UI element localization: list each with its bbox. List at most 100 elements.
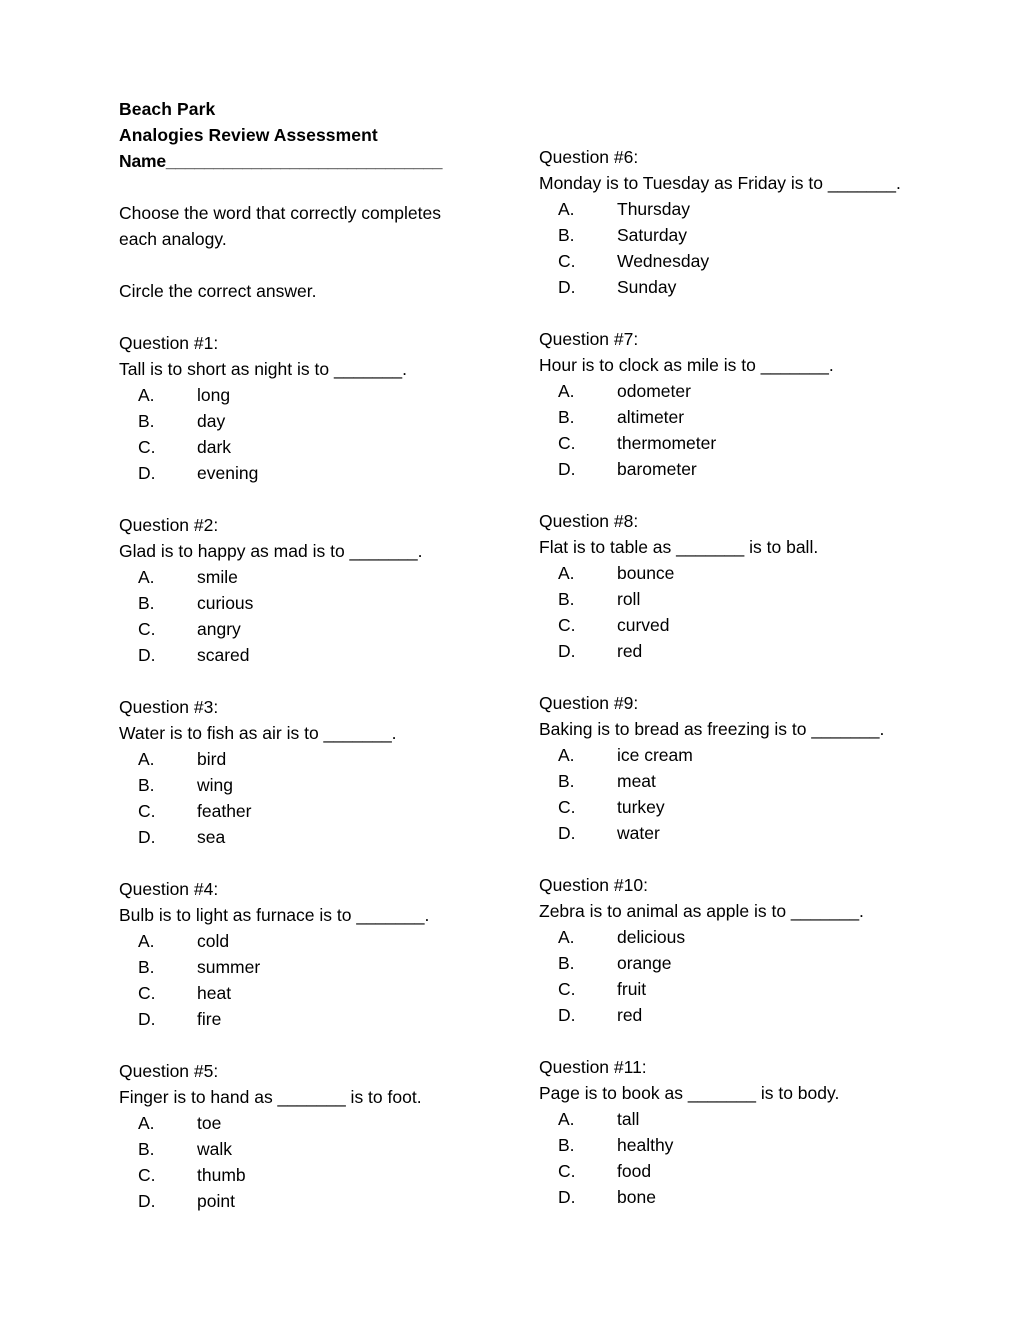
answer-option[interactable]: C. thumb (119, 1162, 539, 1188)
answer-option[interactable]: A. bird (119, 746, 539, 772)
question-block: Question #6: Monday is to Tuesday as Frid… (539, 144, 959, 300)
answer-option-text: curved (617, 615, 670, 635)
answer-option[interactable]: D. bone (539, 1184, 959, 1210)
answer-option[interactable]: B. walk (119, 1136, 539, 1162)
answer-option[interactable]: A. long (119, 382, 539, 408)
answer-option[interactable]: B. altimeter (539, 404, 959, 430)
answer-option[interactable]: A. cold (119, 928, 539, 954)
answer-option-letter: D. (558, 459, 576, 479)
answer-option[interactable]: D. water (539, 820, 959, 846)
answer-option-text: Thursday (617, 199, 690, 219)
answer-option-letter: B. (558, 225, 575, 245)
answer-option-text: summer (197, 957, 261, 977)
question-label: Question #2: (119, 515, 219, 535)
answer-option[interactable]: D. sea (119, 824, 539, 850)
answer-option[interactable]: C. dark (119, 434, 539, 460)
answer-option[interactable]: C. heat (119, 980, 539, 1006)
answer-option-list: A. odometer B. altimeter C. thermometer D. baro… (539, 378, 959, 482)
answer-option-letter: D. (558, 641, 576, 661)
answer-option[interactable]: D. evening (119, 460, 539, 486)
answer-option[interactable]: D. red (539, 1002, 959, 1028)
left-question-list: Question #1: Tall is to short as night is… (119, 330, 539, 1214)
answer-option-text: smile (197, 567, 238, 587)
answer-option-text: feather (197, 801, 252, 821)
answer-option[interactable]: D. red (539, 638, 959, 664)
question-prompt: Page is to book as _______ is to body. (539, 1083, 840, 1103)
answer-option[interactable]: C. feather (119, 798, 539, 824)
answer-option-text: orange (617, 953, 672, 973)
answer-option[interactable]: C. angry (119, 616, 539, 642)
answer-option-text: healthy (617, 1135, 674, 1155)
answer-option-letter: B. (558, 589, 575, 609)
answer-option[interactable]: A. toe (119, 1110, 539, 1136)
answer-option-text: Sunday (617, 277, 677, 297)
question-label: Question #5: (119, 1061, 219, 1081)
answer-option-text: curious (197, 593, 254, 613)
answer-option[interactable]: D. point (119, 1188, 539, 1214)
question-prompt: Hour is to clock as mile is to _______. (539, 355, 834, 375)
right-question-list: Question #6: Monday is to Tuesday as Frid… (539, 144, 959, 1210)
question-prompt: Flat is to table as _______ is to ball. (539, 537, 819, 557)
answer-option-letter: D. (138, 463, 156, 483)
answer-option-text: turkey (617, 797, 665, 817)
question-label: Question #11: (539, 1057, 647, 1077)
answer-option[interactable]: D. scared (119, 642, 539, 668)
answer-option[interactable]: B. roll (539, 586, 959, 612)
question-label: Question #10: (539, 875, 648, 895)
answer-option[interactable]: B. summer (119, 954, 539, 980)
answer-option[interactable]: C. food (539, 1158, 959, 1184)
question-label: Question #6: (539, 147, 639, 167)
answer-option[interactable]: B. day (119, 408, 539, 434)
answer-option-text: thermometer (617, 433, 717, 453)
question-block: Question #8: Flat is to table as _______ … (539, 508, 959, 664)
instruction-circle: Circle the correct answer. (119, 281, 317, 301)
answer-option[interactable]: B. meat (539, 768, 959, 794)
answer-option[interactable]: C. curved (539, 612, 959, 638)
question-prompt: Monday is to Tuesday as Friday is to ___… (539, 173, 901, 193)
answer-option[interactable]: B. orange (539, 950, 959, 976)
name-blank[interactable]: _____________________________ (166, 151, 443, 171)
answer-option-list: A. tall B. healthy C. food D. bone (539, 1106, 959, 1210)
answer-option[interactable]: D. Sunday (539, 274, 959, 300)
question-block: Question #9: Baking is to bread as freezi… (539, 690, 959, 846)
answer-option-text: roll (617, 589, 641, 609)
answer-option[interactable]: B. wing (119, 772, 539, 798)
answer-option[interactable]: A. tall (539, 1106, 959, 1132)
question-label: Question #9: (539, 693, 639, 713)
answer-option[interactable]: A. Thursday (539, 196, 959, 222)
answer-option-letter: A. (138, 931, 155, 951)
question-block: Question #2: Glad is to happy as mad is t… (119, 512, 539, 668)
answer-option[interactable]: C. Wednesday (539, 248, 959, 274)
answer-option[interactable]: A. bounce (539, 560, 959, 586)
answer-option[interactable]: B. Saturday (539, 222, 959, 248)
answer-option-letter: C. (558, 1161, 576, 1181)
answer-option-letter: C. (138, 801, 156, 821)
answer-option[interactable]: B. healthy (539, 1132, 959, 1158)
answer-option[interactable]: C. turkey (539, 794, 959, 820)
answer-option[interactable]: D. fire (119, 1006, 539, 1032)
answer-option-letter: B. (138, 957, 155, 977)
answer-option-text: fire (197, 1009, 222, 1029)
question-block: Question #1: Tall is to short as night is… (119, 330, 539, 486)
answer-option[interactable]: D. barometer (539, 456, 959, 482)
answer-option[interactable]: C. fruit (539, 976, 959, 1002)
question-spacer (539, 300, 959, 326)
answer-option[interactable]: A. delicious (539, 924, 959, 950)
answer-option[interactable]: C. thermometer (539, 430, 959, 456)
answer-option-letter: B. (558, 407, 575, 427)
answer-option-letter: C. (558, 979, 576, 999)
answer-option[interactable]: A. odometer (539, 378, 959, 404)
answer-option-text: delicious (617, 927, 686, 947)
answer-option-list: A. cold B. summer C. heat D. fire (119, 928, 539, 1032)
answer-option-text: point (197, 1191, 235, 1211)
answer-option-letter: A. (138, 385, 155, 405)
answer-option-letter: D. (558, 823, 576, 843)
answer-option-letter: C. (138, 619, 156, 639)
name-label: Name (119, 151, 166, 171)
answer-option[interactable]: A. ice cream (539, 742, 959, 768)
question-spacer (119, 850, 539, 876)
answer-option[interactable]: A. smile (119, 564, 539, 590)
answer-option-list: A. ice cream B. meat C. turkey D. water (539, 742, 959, 846)
answer-option[interactable]: B. curious (119, 590, 539, 616)
answer-option-letter: A. (558, 745, 575, 765)
